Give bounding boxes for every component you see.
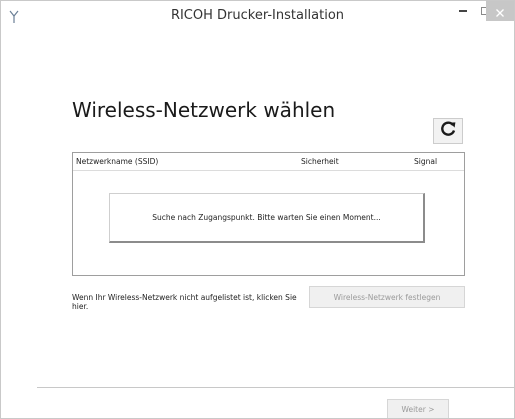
refresh-icon xyxy=(439,120,457,142)
column-header-ssid[interactable]: Netzwerkname (SSID) xyxy=(76,157,158,166)
footer-divider xyxy=(37,387,514,388)
searching-message: Suche nach Zugangspunkt. Bitte warten Si… xyxy=(109,193,425,243)
page-title: Wireless-Netzwerk wählen xyxy=(72,98,336,122)
title-bar[interactable]: RICOH Drucker-Installation xyxy=(1,1,514,31)
set-wireless-network-button[interactable]: Wireless-Netzwerk festlegen xyxy=(309,286,465,308)
refresh-button[interactable] xyxy=(433,118,463,144)
searching-message-text: Suche nach Zugangspunkt. Bitte warten Si… xyxy=(152,213,381,222)
minimize-button[interactable] xyxy=(450,1,476,21)
column-header-security[interactable]: Sicherheit xyxy=(301,157,339,166)
network-not-listed-hint: Wenn Ihr Wireless-Netzwerk nicht aufgeli… xyxy=(72,293,297,311)
window-title: RICOH Drucker-Installation xyxy=(170,8,345,23)
close-icon xyxy=(496,2,504,21)
minimize-icon xyxy=(459,10,467,12)
network-list[interactable]: Netzwerkname (SSID) Sicherheit Signal Su… xyxy=(72,152,465,276)
table-header: Netzwerkname (SSID) Sicherheit Signal xyxy=(73,153,464,171)
close-button[interactable] xyxy=(486,1,514,21)
installer-window: RICOH Drucker-Installation Wireless-Netz… xyxy=(0,0,515,419)
column-header-signal[interactable]: Signal xyxy=(414,157,437,166)
next-button[interactable]: Weiter > xyxy=(387,399,449,418)
